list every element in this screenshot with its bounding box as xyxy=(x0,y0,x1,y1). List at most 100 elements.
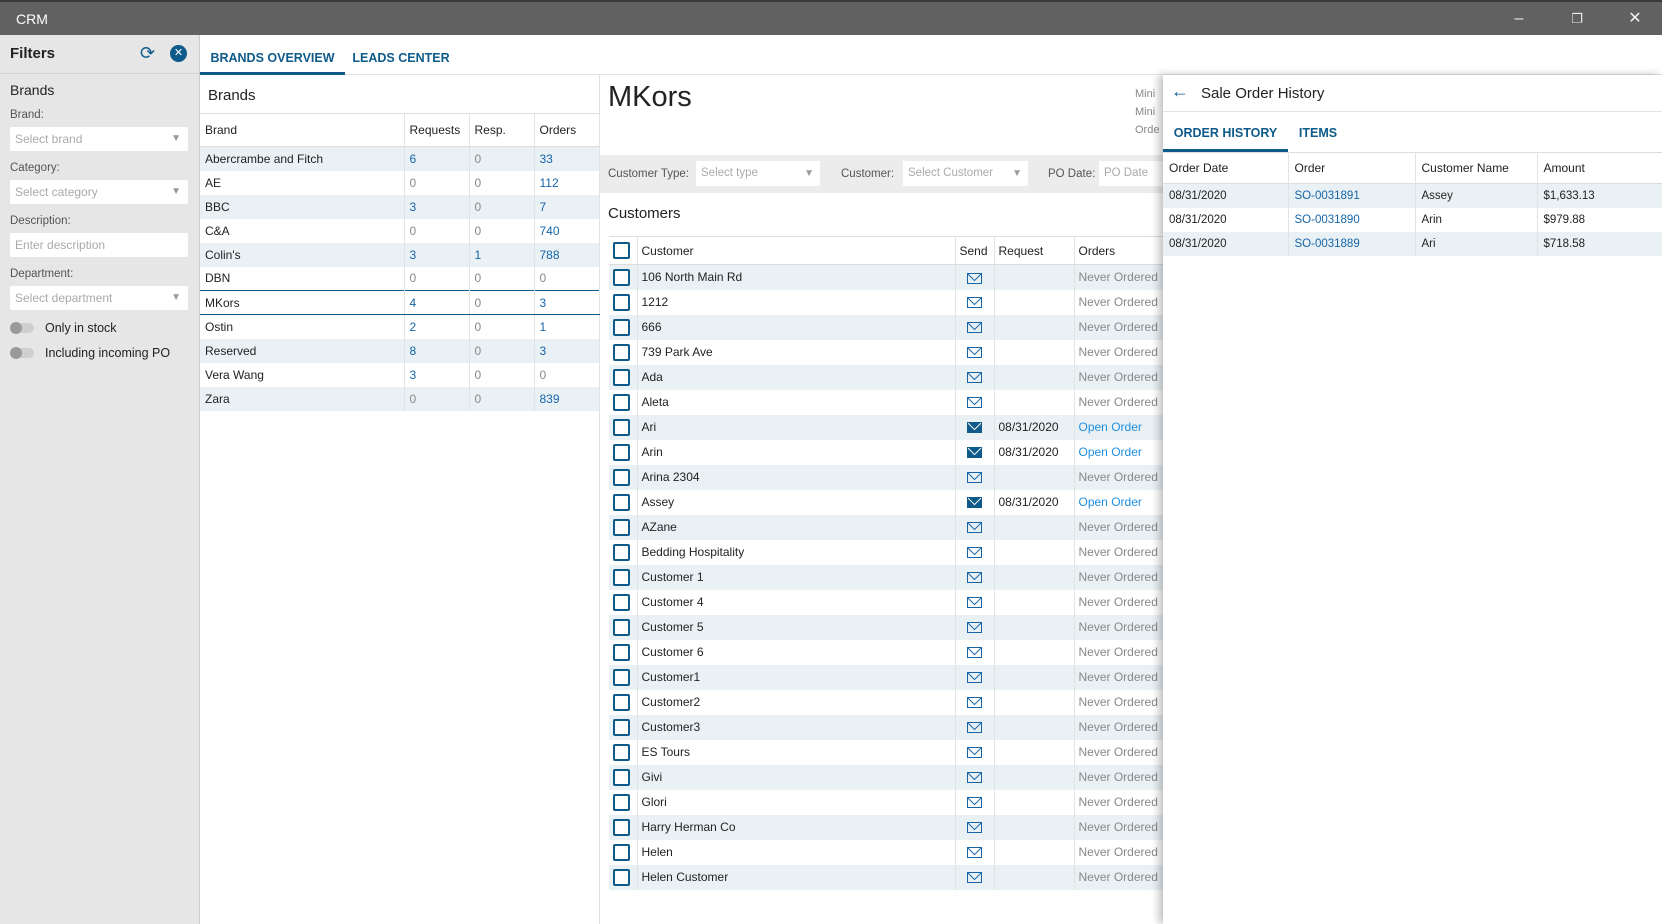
requests-count[interactable]: 3 xyxy=(404,194,470,219)
brand-row[interactable]: DBN 0 0 0 xyxy=(200,266,600,291)
row-checkbox[interactable] xyxy=(613,568,630,586)
minimize-icon[interactable]: – xyxy=(1494,4,1544,34)
row-checkbox[interactable] xyxy=(613,593,630,611)
requests-count[interactable]: 4 xyxy=(404,290,470,315)
description-input[interactable]: Enter description xyxy=(10,233,188,257)
envelope-icon[interactable] xyxy=(967,772,982,784)
orders-count[interactable]: 839 xyxy=(534,386,600,411)
row-checkbox[interactable] xyxy=(613,318,630,336)
orders-count[interactable]: 740 xyxy=(534,218,600,243)
envelope-icon[interactable] xyxy=(967,272,982,284)
department-select[interactable]: Select department ▼ xyxy=(10,286,188,310)
envelope-icon[interactable] xyxy=(967,522,982,534)
orders-count[interactable]: 112 xyxy=(534,170,600,195)
envelope-filled-icon[interactable] xyxy=(967,497,982,509)
open-order-link[interactable]: Open Order xyxy=(1074,414,1170,440)
restore-icon[interactable]: ❐ xyxy=(1552,4,1602,34)
order-link[interactable]: SO-0031889 xyxy=(1288,231,1416,256)
brand-row[interactable]: Ostin 2 0 1 xyxy=(200,314,600,339)
col-orders[interactable]: Orders xyxy=(1074,236,1170,265)
envelope-icon[interactable] xyxy=(967,347,982,359)
col-request[interactable]: Request xyxy=(994,236,1075,265)
orders-count[interactable]: 3 xyxy=(534,338,600,363)
brand-row[interactable]: AE 0 0 112 xyxy=(200,170,600,195)
close-window-icon[interactable]: ✕ xyxy=(1610,4,1660,34)
envelope-icon[interactable] xyxy=(967,697,982,709)
col-requests[interactable]: Requests xyxy=(404,113,470,147)
tab-order-history[interactable]: ORDER HISTORY xyxy=(1163,112,1288,152)
brand-row[interactable]: MKors 4 0 3 xyxy=(200,290,600,315)
row-checkbox[interactable] xyxy=(613,368,630,386)
brand-row[interactable]: Abercrambe and Fitch 6 0 33 xyxy=(200,146,600,171)
toggle-switch[interactable] xyxy=(10,322,34,334)
brand-row[interactable]: Reserved 8 0 3 xyxy=(200,338,600,363)
row-checkbox[interactable] xyxy=(613,868,630,886)
row-checkbox[interactable] xyxy=(613,843,630,861)
row-checkbox[interactable] xyxy=(613,743,630,761)
refresh-icon[interactable]: ⟳ xyxy=(140,43,155,64)
open-order-link[interactable]: Open Order xyxy=(1074,439,1170,465)
envelope-icon[interactable] xyxy=(967,747,982,759)
row-checkbox[interactable] xyxy=(613,793,630,811)
row-checkbox[interactable] xyxy=(613,343,630,361)
envelope-icon[interactable] xyxy=(967,297,982,309)
row-checkbox[interactable] xyxy=(613,718,630,736)
clear-filters-icon[interactable]: ✕ xyxy=(170,45,187,62)
row-checkbox[interactable] xyxy=(613,293,630,311)
row-checkbox[interactable] xyxy=(613,268,630,286)
envelope-icon[interactable] xyxy=(967,797,982,809)
row-checkbox[interactable] xyxy=(613,618,630,636)
envelope-icon[interactable] xyxy=(967,847,982,859)
resp-count[interactable]: 1 xyxy=(469,242,535,267)
tab-leads-center[interactable]: LEADS CENTER xyxy=(345,35,457,75)
envelope-icon[interactable] xyxy=(967,622,982,634)
envelope-icon[interactable] xyxy=(967,647,982,659)
col-customer-name[interactable]: Customer Name xyxy=(1415,152,1538,184)
order-link[interactable]: SO-0031890 xyxy=(1288,207,1416,232)
col-resp[interactable]: Resp. xyxy=(469,113,535,147)
category-select[interactable]: Select category ▼ xyxy=(10,180,188,204)
back-arrow-icon[interactable]: ← xyxy=(1171,81,1189,102)
col-amount[interactable]: Amount xyxy=(1537,152,1662,184)
po-date-input[interactable]: PO Date xyxy=(1099,161,1163,186)
toggle-switch[interactable] xyxy=(10,347,34,359)
row-checkbox[interactable] xyxy=(613,518,630,536)
requests-count[interactable]: 8 xyxy=(404,338,470,363)
row-checkbox[interactable] xyxy=(613,768,630,786)
requests-count[interactable]: 6 xyxy=(404,146,470,171)
envelope-icon[interactable] xyxy=(967,372,982,384)
envelope-icon[interactable] xyxy=(967,672,982,684)
col-brand[interactable]: Brand xyxy=(200,113,405,147)
brand-row[interactable]: Zara 0 0 839 xyxy=(200,386,600,411)
only-in-stock-toggle[interactable]: Only in stock xyxy=(10,321,117,335)
tab-brands-overview[interactable]: BRANDS OVERVIEW xyxy=(200,35,345,75)
row-checkbox[interactable] xyxy=(613,818,630,836)
col-send[interactable]: Send xyxy=(955,236,995,265)
brand-row[interactable]: Vera Wang 3 0 0 xyxy=(200,362,600,387)
requests-count[interactable]: 3 xyxy=(404,242,470,267)
open-order-link[interactable]: Open Order xyxy=(1074,489,1170,515)
incoming-po-toggle[interactable]: Including incoming PO xyxy=(10,346,170,360)
row-checkbox[interactable] xyxy=(613,693,630,711)
envelope-icon[interactable] xyxy=(967,572,982,584)
orders-count[interactable]: 7 xyxy=(534,194,600,219)
brand-row[interactable]: Colin's 3 1 788 xyxy=(200,242,600,267)
col-order-date[interactable]: Order Date xyxy=(1163,152,1289,184)
envelope-icon[interactable] xyxy=(967,722,982,734)
row-checkbox[interactable] xyxy=(613,468,630,486)
envelope-icon[interactable] xyxy=(967,472,982,484)
envelope-icon[interactable] xyxy=(967,322,982,334)
row-checkbox[interactable] xyxy=(613,668,630,686)
tab-items[interactable]: ITEMS xyxy=(1288,112,1348,152)
col-customer[interactable]: Customer xyxy=(637,236,956,265)
brand-select[interactable]: Select brand ▼ xyxy=(10,127,188,151)
requests-count[interactable]: 3 xyxy=(404,362,470,387)
col-orders[interactable]: Orders xyxy=(534,113,600,147)
customer-select[interactable]: Select Customer ▼ xyxy=(903,161,1028,186)
envelope-icon[interactable] xyxy=(967,547,982,559)
requests-count[interactable]: 2 xyxy=(404,314,470,339)
envelope-filled-icon[interactable] xyxy=(967,422,982,434)
envelope-icon[interactable] xyxy=(967,597,982,609)
brand-row[interactable]: BBC 3 0 7 xyxy=(200,194,600,219)
row-checkbox[interactable] xyxy=(613,393,630,411)
